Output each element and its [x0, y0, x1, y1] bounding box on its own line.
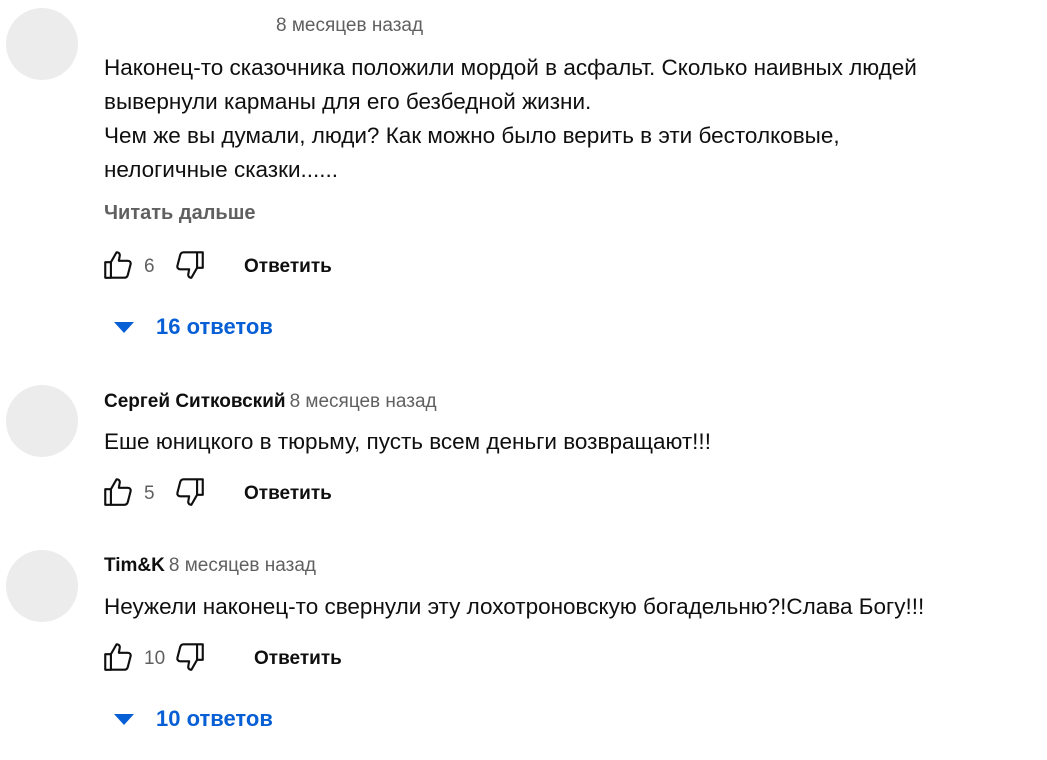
show-replies-button[interactable]: 16 ответов: [114, 314, 273, 340]
thumb-down-icon: [173, 640, 207, 679]
comment-header: Сергей Ситковский 8 месяцев назад: [104, 390, 437, 414]
comment-text: Еше юницкого в тюрьму, пусть всем деньги…: [104, 429, 711, 454]
comment-text: Наконец-то сказочника положили мордой в …: [104, 55, 917, 182]
author-name[interactable]: [104, 16, 272, 36]
thumb-down-icon: [173, 248, 207, 287]
like-count: 5: [144, 483, 155, 504]
dislike-button[interactable]: [172, 249, 208, 285]
comment-actions: 5 Ответить: [100, 474, 332, 514]
thumb-up-icon: [101, 640, 135, 679]
comment-text: Неужели наконец-то свернули эту лохотрон…: [104, 594, 925, 619]
like-button[interactable]: [100, 249, 136, 285]
comment-actions: 6 Ответить: [100, 247, 332, 287]
dislike-button[interactable]: [172, 476, 208, 512]
reply-button[interactable]: Ответить: [244, 483, 332, 505]
timestamp[interactable]: 8 месяцев назад: [169, 555, 316, 576]
timestamp[interactable]: 8 месяцев назад: [276, 15, 423, 36]
thumb-up-icon: [101, 248, 135, 287]
caret-down-icon: [114, 713, 134, 725]
read-more-button[interactable]: Читать дальше: [104, 202, 256, 225]
author-name[interactable]: Сергей Ситковский: [104, 391, 286, 412]
like-button[interactable]: [100, 476, 136, 512]
show-replies-button[interactable]: 10 ответов: [114, 706, 273, 732]
like-count: 10: [144, 648, 166, 669]
comment-actions: 10 Ответить: [100, 639, 342, 679]
avatar[interactable]: [6, 8, 78, 80]
caret-down-icon: [114, 321, 134, 333]
comment-header: Tim&K 8 месяцев назад: [104, 554, 316, 578]
reply-button[interactable]: Ответить: [254, 648, 342, 670]
like-count: 6: [144, 256, 155, 277]
thumb-up-icon: [101, 475, 135, 514]
author-name[interactable]: Tim&K: [104, 555, 165, 576]
comment-header: 8 месяцев назад: [104, 14, 423, 38]
like-button[interactable]: [100, 641, 136, 677]
replies-count-label: 10 ответов: [156, 706, 273, 731]
dislike-button[interactable]: [172, 641, 208, 677]
avatar[interactable]: [6, 385, 78, 457]
timestamp[interactable]: 8 месяцев назад: [290, 391, 437, 412]
reply-button[interactable]: Ответить: [244, 256, 332, 278]
avatar[interactable]: [6, 550, 78, 622]
replies-count-label: 16 ответов: [156, 314, 273, 339]
thumb-down-icon: [173, 475, 207, 514]
